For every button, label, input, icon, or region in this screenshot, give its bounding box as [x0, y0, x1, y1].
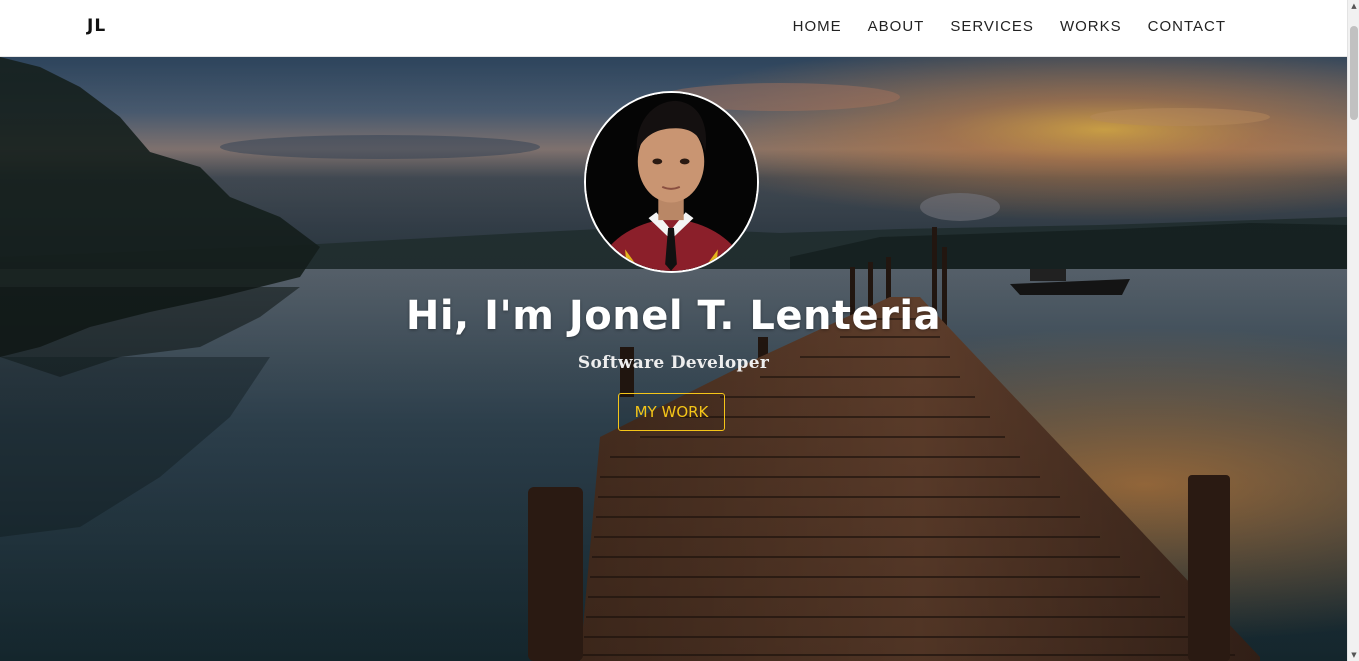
scroll-down-arrow-icon[interactable]: ▼: [1348, 649, 1359, 661]
nav-link-contact[interactable]: CONTACT: [1148, 18, 1226, 35]
profile-photo: [586, 93, 757, 271]
scroll-up-arrow-icon[interactable]: ▲: [1348, 0, 1359, 12]
nav-item-contact: CONTACT: [1148, 16, 1226, 35]
brand-logo[interactable]: JL: [87, 16, 106, 36]
nav-item-works: WORKS: [1060, 16, 1122, 35]
nav-menu: HOME ABOUT SERVICES WORKS CONTACT: [767, 0, 1226, 50]
nav-item-about: ABOUT: [868, 16, 925, 35]
nav-link-works[interactable]: WORKS: [1060, 18, 1122, 35]
profile-avatar: [584, 91, 759, 273]
navbar: JL HOME ABOUT SERVICES WORKS CONTACT: [0, 0, 1347, 57]
vertical-scrollbar[interactable]: ▲ ▼: [1347, 0, 1359, 661]
hero-section: Hi, I'm Jonel T. Lenteria Software Devel…: [0, 57, 1347, 661]
nav-item-services: SERVICES: [950, 16, 1034, 35]
hero-subtitle: Software Developer: [577, 353, 770, 373]
scrollbar-thumb[interactable]: [1350, 26, 1358, 120]
nav-link-home[interactable]: HOME: [793, 18, 842, 35]
nav-item-home: HOME: [793, 16, 842, 35]
my-work-button[interactable]: MY WORK: [618, 393, 725, 431]
nav-link-services[interactable]: SERVICES: [950, 18, 1034, 35]
nav-link-about[interactable]: ABOUT: [868, 18, 925, 35]
hero-title: Hi, I'm Jonel T. Lenteria: [405, 293, 942, 339]
